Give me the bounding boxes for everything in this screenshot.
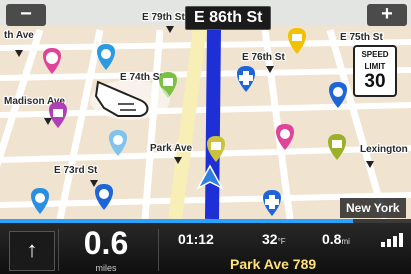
- navigation-panel: ↑ 0.6 miles 01:12 32°F 0.8mi Park Ave 78…: [0, 219, 411, 274]
- divider: [158, 229, 159, 271]
- map-view[interactable]: th Ave E 79th St E 76th St E 75th St Mad…: [0, 0, 411, 219]
- remaining-distance-value: 0.8: [322, 231, 342, 247]
- street-label: Park Ave: [150, 143, 193, 154]
- signal-strength-icon: [381, 233, 403, 247]
- street-label: E 75th St: [340, 32, 383, 43]
- route-progress-fill: [0, 219, 354, 223]
- speed-limit-title: SPEED: [361, 50, 389, 59]
- next-street-label: Park Ave 789: [230, 256, 317, 272]
- remaining-distance[interactable]: 0.8mi: [322, 231, 350, 247]
- temperature-value: 32: [262, 231, 278, 247]
- divider: [58, 229, 59, 271]
- street-label: Lexington: [360, 144, 408, 155]
- speed-limit-sign: SPEED LIMIT 30: [353, 45, 397, 97]
- street-label: th Ave: [4, 30, 34, 41]
- route-line: [205, 27, 221, 219]
- pointer-hand-icon: [90, 80, 170, 120]
- city-label: New York: [340, 198, 406, 218]
- current-street-banner: E 86th St: [185, 6, 272, 30]
- temperature-unit: °F: [277, 237, 286, 246]
- street-label: E 79th St: [142, 12, 185, 23]
- arrival-time[interactable]: 01:12: [178, 231, 214, 247]
- zoom-out-button[interactable]: −: [6, 4, 46, 26]
- next-turn-distance: 0.6: [83, 225, 129, 261]
- turn-arrow-icon[interactable]: ↑: [9, 231, 55, 271]
- map-canvas[interactable]: th Ave E 79th St E 76th St E 75th St Mad…: [0, 0, 411, 219]
- speed-limit-title: LIMIT: [364, 62, 386, 71]
- street-label: E 76th St: [242, 52, 285, 63]
- remaining-distance-unit: mi: [341, 237, 350, 246]
- next-turn-distance-unit: miles: [95, 263, 117, 273]
- route-progress-bar: [0, 219, 411, 223]
- temperature[interactable]: 32°F: [262, 231, 286, 247]
- navigation-screen: th Ave E 79th St E 76th St E 75th St Mad…: [0, 0, 411, 274]
- street-label: E 73rd St: [54, 165, 98, 176]
- speed-limit-value: 30: [364, 71, 386, 92]
- zoom-in-button[interactable]: +: [367, 4, 407, 26]
